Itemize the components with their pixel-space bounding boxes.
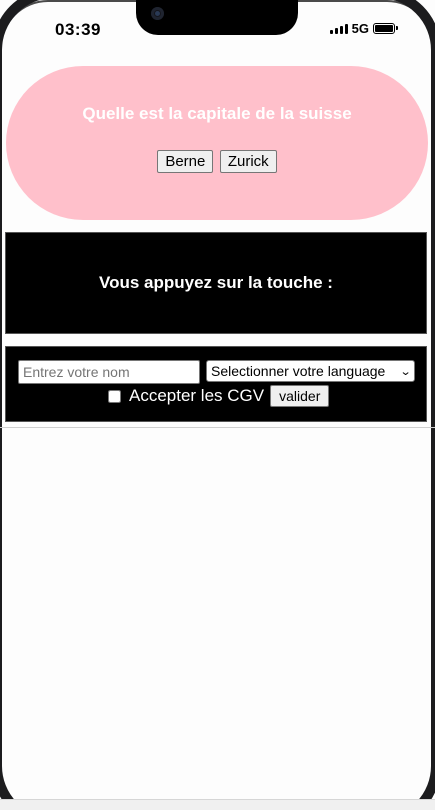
- quiz-question: Quelle est la capitale de la suisse: [82, 104, 352, 123]
- status-time: 03:39: [55, 20, 101, 39]
- quiz-card: Quelle est la capitale de la suisse Bern…: [6, 66, 428, 220]
- name-input[interactable]: [18, 360, 200, 384]
- submit-button[interactable]: valider: [270, 385, 330, 407]
- key-label: Vous appuyez sur la touche :: [99, 273, 333, 292]
- language-select-value: Selectionner votre language: [211, 363, 386, 379]
- camera-icon: [151, 7, 164, 20]
- signal-icon: [329, 23, 348, 34]
- status-indicators: 5G: [329, 21, 398, 36]
- phone-screen: 03:39 5G Quelle est la capitale de la su…: [0, 0, 435, 810]
- chevron-down-icon: ⌄: [399, 365, 412, 378]
- signup-form: Selectionner votre language ⌄ Accepter l…: [5, 346, 427, 422]
- form-row-inputs: Selectionner votre language ⌄: [18, 360, 415, 384]
- language-select[interactable]: Selectionner votre language ⌄: [206, 360, 415, 382]
- battery-icon: [373, 23, 398, 34]
- cgv-checkbox[interactable]: [108, 389, 121, 403]
- network-type: 5G: [351, 21, 369, 36]
- quiz-answers: Berne Zurick: [6, 150, 428, 173]
- answer-berne-button[interactable]: Berne: [157, 150, 214, 173]
- bottom-bar: [0, 799, 435, 810]
- answer-zurick-button[interactable]: Zurick: [219, 150, 277, 173]
- key-display-box: Vous appuyez sur la touche :: [5, 232, 427, 334]
- cgv-label: Accepter les CGV: [129, 386, 265, 405]
- form-row-cgv: Accepter les CGV valider: [108, 385, 330, 407]
- divider: [0, 427, 435, 428]
